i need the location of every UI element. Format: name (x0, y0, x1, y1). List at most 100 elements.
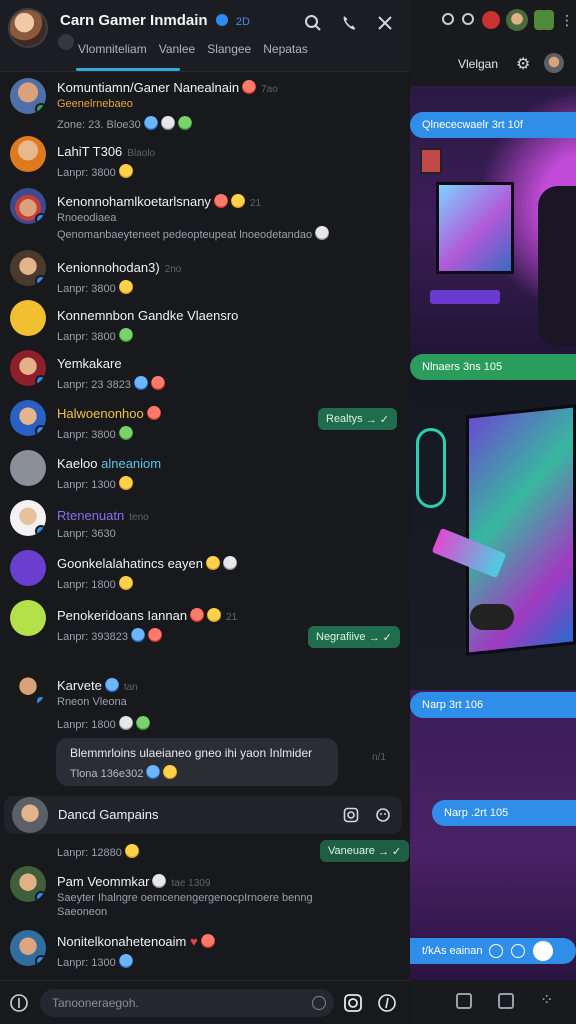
chat-name: Goonkelalahatincs eayen (57, 556, 237, 571)
chat-time: Lanpr: 3800 (57, 328, 133, 343)
message-pill[interactable]: Narp 3rt 106 (410, 692, 576, 718)
chat-name: Dancd Gampains (58, 807, 159, 822)
status-bar: ⋮ (410, 0, 576, 40)
chat-sub: Saeoneon (57, 906, 108, 918)
status-badge: Negrafiive → ✓ (308, 626, 400, 648)
chat-name: Penokeridoans Iannan 21 (57, 608, 238, 623)
pinned-chat[interactable]: Dancd Gampains (4, 796, 402, 834)
chat-name: Halwoenonhoo (57, 406, 161, 421)
tab-bar: Vlomniteliam Vanlee Slangee Nepatas (58, 42, 308, 56)
list-item[interactable]: LahiT T306 Blaolo Lanpr: 3800 (0, 134, 410, 184)
message-pill[interactable]: Narp .2rt 105 (432, 800, 576, 826)
search-icon[interactable] (302, 12, 324, 34)
sticker-icon[interactable] (456, 993, 472, 1009)
chat-name: Yemkakare (57, 356, 122, 371)
chat-name: Karvete tan (57, 678, 138, 693)
tab-1[interactable]: Vlomniteliam (58, 42, 147, 56)
avatar (10, 188, 46, 224)
tab-4[interactable]: Nepatas (263, 42, 308, 56)
profile-avatar[interactable] (8, 8, 48, 48)
voice-icon[interactable] (376, 992, 398, 1014)
keyboard-image (430, 290, 500, 304)
list-item: Lanpr: 12880 Vaneuare → ✓ (0, 838, 410, 864)
chat-time: Lanpr: 23 3823 (57, 376, 166, 391)
message-placeholder: Tanooneraegoh. (52, 996, 139, 1010)
chair-image (538, 186, 576, 346)
list-item[interactable]: Karvete tan Rneon Vleona Lanpr: 1800 (0, 670, 410, 736)
top-bar: Carn Gamer Inmdain 2D Vlomniteliam Vanle… (0, 0, 410, 72)
chat-list-panel: Carn Gamer Inmdain 2D Vlomniteliam Vanle… (0, 0, 410, 1024)
list-item[interactable]: Yemkakare Lanpr: 23 3823 (0, 350, 410, 400)
status-badge: Realtys → ✓ (318, 408, 398, 430)
message-bubble[interactable]: Blemmrloins ulaeianeo gneo ihi yaon Inlm… (56, 738, 338, 786)
title-text: Carn Gamer Inmdain (60, 12, 208, 29)
more-icon[interactable]: ⋮ (560, 12, 574, 29)
avatar (10, 250, 46, 286)
chat-time: Lanpr: 1800 (57, 716, 150, 731)
gallery-icon[interactable] (498, 993, 514, 1009)
emoji-icon[interactable] (532, 941, 553, 961)
phone-icon[interactable] (338, 12, 360, 34)
list-item[interactable]: Komuntiamn/Ganer Nanealnain 7ao Geenelrne… (0, 72, 410, 138)
close-icon[interactable] (374, 12, 396, 34)
camera-icon[interactable] (340, 804, 362, 826)
chat-name: Kaeloo alneaniom (57, 456, 162, 471)
chat-name: Komuntiamn/Ganer Nanealnain 7ao (57, 80, 278, 95)
avatar (10, 866, 46, 902)
tab-3[interactable]: Slangee (207, 42, 251, 56)
tab-active-indicator (76, 68, 180, 71)
chat-name: Pam Veommkar tae 1309 (57, 874, 211, 889)
chat-time: Lanpr: 3800 (57, 280, 133, 295)
gaming-photo-2[interactable] (410, 380, 576, 690)
list-item[interactable]: Kenionnohodan3) 2no Lanpr: 3800 (0, 250, 410, 300)
reply-icon[interactable] (510, 944, 525, 958)
status-badge: Vaneuare → ✓ (320, 840, 410, 862)
chat-preview: Saeyter Ihalngre oemcenengergenocpIrnoer… (57, 892, 313, 904)
chat-name: LahiT T306 Blaolo (57, 144, 156, 159)
list-item[interactable]: Goonkelalahatincs eayen Lanpr: 1800 (0, 550, 410, 600)
chat-list: Komuntiamn/Ganer Nanealnain 7ao Geenelrne… (0, 72, 410, 980)
list-item[interactable]: Nonitelkonahetenoaim ♥ Lanpr: 1300 (0, 930, 410, 980)
chat-time: Lanpr: 3800 (57, 426, 133, 441)
list-item[interactable]: Konnemnbon Gandke Vlaensro Lanpr: 3800 (0, 300, 410, 350)
app-icon[interactable] (534, 10, 554, 30)
sync-icon (442, 13, 454, 25)
chat-time: Lanpr: 12880 (57, 844, 139, 859)
tab-2[interactable]: Vanlee (159, 42, 195, 56)
chat-time: Lanpr: 1800 (57, 576, 133, 591)
record-icon[interactable] (312, 996, 326, 1010)
list-item[interactable]: Halwoenonhoo Lanpr: 3800 Realtys → ✓ (0, 400, 410, 450)
clock-icon (488, 944, 503, 958)
top-actions (302, 12, 396, 34)
light-ring-image (416, 428, 446, 508)
title-count: 2D (235, 16, 250, 28)
controller-image (470, 604, 514, 630)
message-pill[interactable]: t/kAs eainan (410, 938, 576, 964)
attach-icon[interactable] (8, 992, 30, 1014)
list-item[interactable]: Kaeloo alneaniom Lanpr: 1300 (0, 450, 410, 500)
conversation-footer: ⁘ (410, 980, 576, 1024)
message-input[interactable]: Tanooneraegoh. (40, 989, 334, 1017)
camera-icon[interactable] (342, 992, 364, 1014)
conversation-panel: ⋮ Vlelgan ⚙ ⁘ Qlnececwaelr 3rt 10f Nlnae… (410, 0, 576, 1024)
chat-time: Lanpr: 3630 (57, 528, 116, 540)
list-item[interactable]: Kenonnohamlkoetarlsnany 21 Rnoeodiaea Qen… (0, 184, 410, 250)
bubble-text: Blemmrloins ulaeianeo gneo ihi yaon Inlm… (70, 746, 313, 760)
chat-sub: Rnoeodiaea (57, 212, 117, 224)
list-item[interactable]: Penokeridoans Iannan 21 Lanpr: 393823 Neg… (0, 600, 410, 660)
message-pill[interactable]: Nlnaers 3ns 105 (410, 354, 576, 380)
chat-sub: Geenelrnebaeo (57, 98, 133, 110)
avatar[interactable] (506, 9, 528, 31)
chat-name: Kenionnohodan3) 2no (57, 260, 182, 275)
message-pill[interactable]: Qlnececwaelr 3rt 10f (410, 112, 576, 138)
avatar (10, 350, 46, 386)
composer: Tanooneraegoh. (0, 980, 410, 1024)
settings-icon[interactable]: ⁘ (540, 990, 553, 1010)
chat-time: Zone: 23. Bloe30 (57, 116, 192, 131)
list-item[interactable]: Pam Veommkar tae 1309 Saeyter Ihalngre oe… (0, 866, 410, 924)
gear-icon[interactable]: ⚙ (516, 54, 530, 74)
emoji-icon[interactable] (372, 804, 394, 826)
avatar[interactable] (544, 53, 564, 73)
list-item[interactable]: Rtenenuatn teno Lanpr: 3630 (0, 500, 410, 550)
chat-time: Lanpr: 1300 (57, 954, 133, 969)
